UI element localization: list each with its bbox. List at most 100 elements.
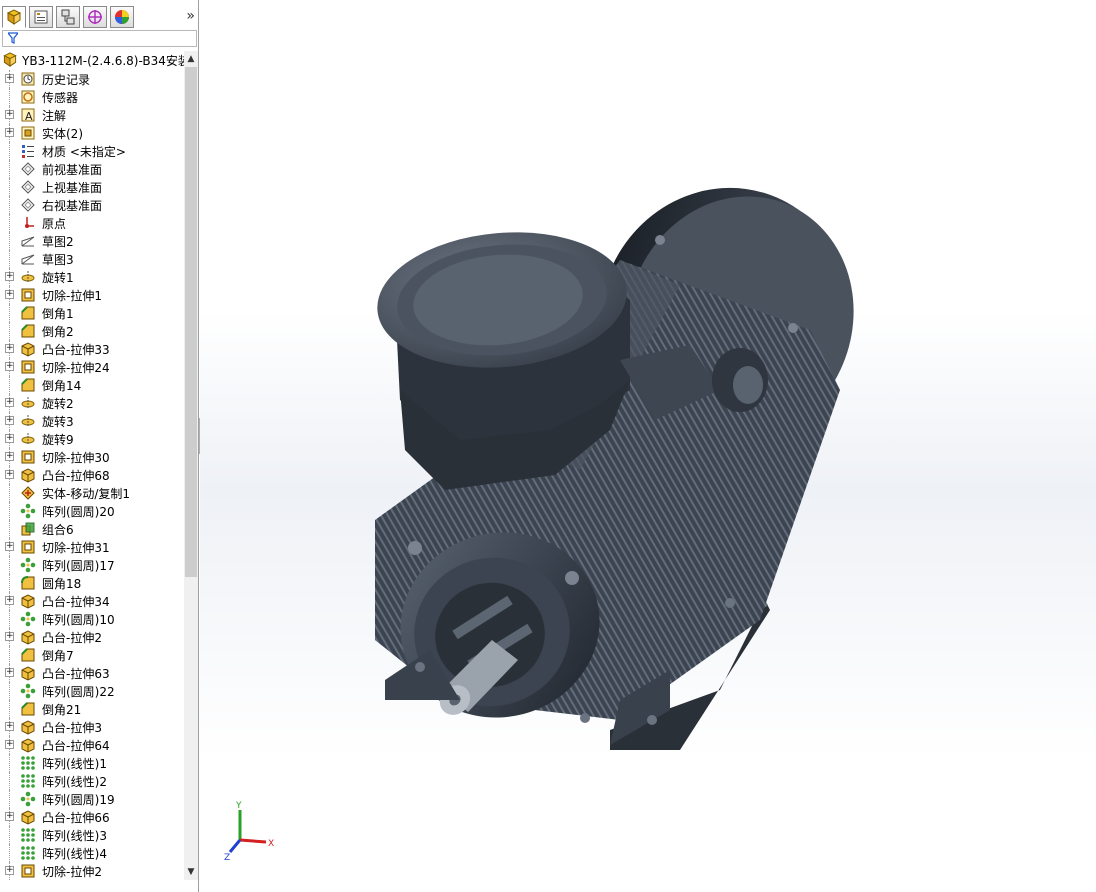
tab-display-manager[interactable] xyxy=(110,6,134,28)
tree-item[interactable]: 阵列(线性)2 xyxy=(0,772,184,790)
scroll-down-icon[interactable]: ▼ xyxy=(184,864,198,880)
tree-item[interactable]: + 历史记录 xyxy=(0,70,184,88)
sketch-icon xyxy=(20,251,36,267)
tree-scrollbar[interactable]: ▲ ▼ xyxy=(184,51,198,880)
chamfer-icon xyxy=(20,305,36,321)
tree-item[interactable]: 草图2 xyxy=(0,232,184,250)
tree-item[interactable]: 原点 xyxy=(0,214,184,232)
expand-toggle-icon[interactable]: + xyxy=(5,668,14,677)
tree-item[interactable]: + 凸台-拉伸33 xyxy=(0,340,184,358)
property-manager-icon xyxy=(34,10,48,24)
expand-toggle-icon[interactable]: + xyxy=(5,596,14,605)
filter-bar[interactable] xyxy=(2,30,197,47)
tree-item[interactable]: 阵列(线性)3 xyxy=(0,826,184,844)
expand-toggle-icon[interactable]: + xyxy=(5,722,14,731)
tree-item[interactable]: + 切除-拉伸1 xyxy=(0,286,184,304)
tree-item[interactable]: + 凸台-拉伸3 xyxy=(0,718,184,736)
tab-dimxpert-manager[interactable] xyxy=(83,6,107,28)
tree-item[interactable]: + 凸台-拉伸66 xyxy=(0,808,184,826)
tree-item[interactable]: 阵列(圆周)20 xyxy=(0,502,184,520)
svg-text:A: A xyxy=(25,110,33,123)
tree-item[interactable]: 阵列(线性)1 xyxy=(0,754,184,772)
tree-item[interactable]: + 旋转2 xyxy=(0,394,184,412)
tree-item[interactable]: + A 注解 xyxy=(0,106,184,124)
expand-toggle-icon[interactable]: + xyxy=(5,344,14,353)
tree-item[interactable]: 倒角2 xyxy=(0,322,184,340)
triad-z-label: Z xyxy=(224,853,230,863)
linear-pattern-icon xyxy=(20,845,36,861)
expand-toggle-icon[interactable]: + xyxy=(5,434,14,443)
tree-item[interactable]: 圆角18 xyxy=(0,574,184,592)
tree-item[interactable]: 阵列(圆周)22 xyxy=(0,682,184,700)
tree-item-label: 凸台-拉伸34 xyxy=(42,595,110,609)
tree-item[interactable]: + 旋转9 xyxy=(0,430,184,448)
cut-extrude-icon xyxy=(20,863,36,879)
tree-item[interactable]: 传感器 xyxy=(0,88,184,106)
triad-z-axis xyxy=(228,839,242,853)
tree-item[interactable]: 实体-移动/复制1 xyxy=(0,484,184,502)
tree-item[interactable]: + 切除-拉伸24 xyxy=(0,358,184,376)
tree-item[interactable]: 倒角7 xyxy=(0,646,184,664)
tree-item-label: 组合6 xyxy=(42,523,74,537)
tree-item[interactable]: 右视基准面 xyxy=(0,196,184,214)
tree-item[interactable]: + 凸台-拉伸68 xyxy=(0,466,184,484)
tree-connector xyxy=(9,556,10,574)
graphics-viewport[interactable]: Y X Z xyxy=(200,0,1096,892)
triad-x-label: X xyxy=(268,839,274,849)
tree-item-label: 上视基准面 xyxy=(42,181,103,195)
expand-toggle-icon[interactable]: + xyxy=(5,416,14,425)
expand-toggle-icon[interactable]: + xyxy=(5,398,14,407)
tree-item[interactable]: + 切除-拉伸31 xyxy=(0,538,184,556)
expand-toggle-icon[interactable]: + xyxy=(5,272,14,281)
feature-tree: + 历史记录 传感器 + A 注解 + 实体(2) 材质 <未指定> 前视基准面 上视基准面 右视基准… xyxy=(0,70,184,880)
tree-item[interactable]: + 旋转3 xyxy=(0,412,184,430)
expand-toggle-icon[interactable]: + xyxy=(5,866,14,875)
tree-item[interactable]: 阵列(线性)4 xyxy=(0,844,184,862)
expand-toggle-icon[interactable]: + xyxy=(5,632,14,641)
tree-item[interactable]: + 凸台-拉伸63 xyxy=(0,664,184,682)
tree-item[interactable]: 材质 <未指定> xyxy=(0,142,184,160)
tree-item-label: 凸台-拉伸33 xyxy=(42,343,110,357)
tree-item[interactable]: + 实体(2) xyxy=(0,124,184,142)
expand-toggle-icon[interactable]: + xyxy=(5,362,14,371)
tree-root-part[interactable]: YB3-112M-(2.4.6.8)-B34安装 xyxy=(2,51,184,69)
tab-property-manager[interactable] xyxy=(29,6,53,28)
tab-configuration-manager[interactable] xyxy=(56,6,80,28)
expand-toggle-icon[interactable]: + xyxy=(5,74,14,83)
part-icon xyxy=(3,52,17,67)
tree-item[interactable]: 阵列(圆周)19 xyxy=(0,790,184,808)
expand-toggle-icon[interactable]: + xyxy=(5,110,14,119)
tree-item[interactable]: + 切除-拉伸30 xyxy=(0,448,184,466)
tree-item[interactable]: 倒角14 xyxy=(0,376,184,394)
expand-toggle-icon[interactable]: + xyxy=(5,290,14,299)
tree-item[interactable]: + 凸台-拉伸34 xyxy=(0,592,184,610)
tree-item[interactable]: + 凸台-拉伸64 xyxy=(0,736,184,754)
motor-model[interactable] xyxy=(200,0,1096,892)
tree-item[interactable]: 阵列(圆周)10 xyxy=(0,610,184,628)
tree-item[interactable]: + 旋转1 xyxy=(0,268,184,286)
tree-item[interactable]: 倒角1 xyxy=(0,304,184,322)
tree-item[interactable]: 前视基准面 xyxy=(0,160,184,178)
tree-item-label: 实体(2) xyxy=(42,127,83,141)
more-tabs-button[interactable]: » xyxy=(186,8,195,24)
scroll-thumb[interactable] xyxy=(185,67,197,577)
expand-toggle-icon[interactable]: + xyxy=(5,470,14,479)
scroll-up-icon[interactable]: ▲ xyxy=(184,51,198,67)
tree-item-label: 切除-拉伸1 xyxy=(42,289,102,303)
tree-item[interactable]: 草图3 xyxy=(0,250,184,268)
expand-toggle-icon[interactable]: + xyxy=(5,812,14,821)
tree-item[interactable]: 组合6 xyxy=(0,520,184,538)
expand-toggle-icon[interactable]: + xyxy=(5,542,14,551)
cut-extrude-icon xyxy=(20,287,36,303)
expand-toggle-icon[interactable]: + xyxy=(5,452,14,461)
boss-extrude-icon xyxy=(20,665,36,681)
expand-toggle-icon[interactable]: + xyxy=(5,128,14,137)
tree-item[interactable]: + 凸台-拉伸2 xyxy=(0,628,184,646)
tree-item[interactable]: 上视基准面 xyxy=(0,178,184,196)
tab-feature-manager[interactable] xyxy=(2,6,26,28)
tree-item[interactable]: + 切除-拉伸2 xyxy=(0,862,184,880)
tree-item[interactable]: 倒角21 xyxy=(0,700,184,718)
expand-toggle-icon[interactable]: + xyxy=(5,740,14,749)
annotation-icon: A xyxy=(20,107,36,123)
tree-item[interactable]: 阵列(圆周)17 xyxy=(0,556,184,574)
